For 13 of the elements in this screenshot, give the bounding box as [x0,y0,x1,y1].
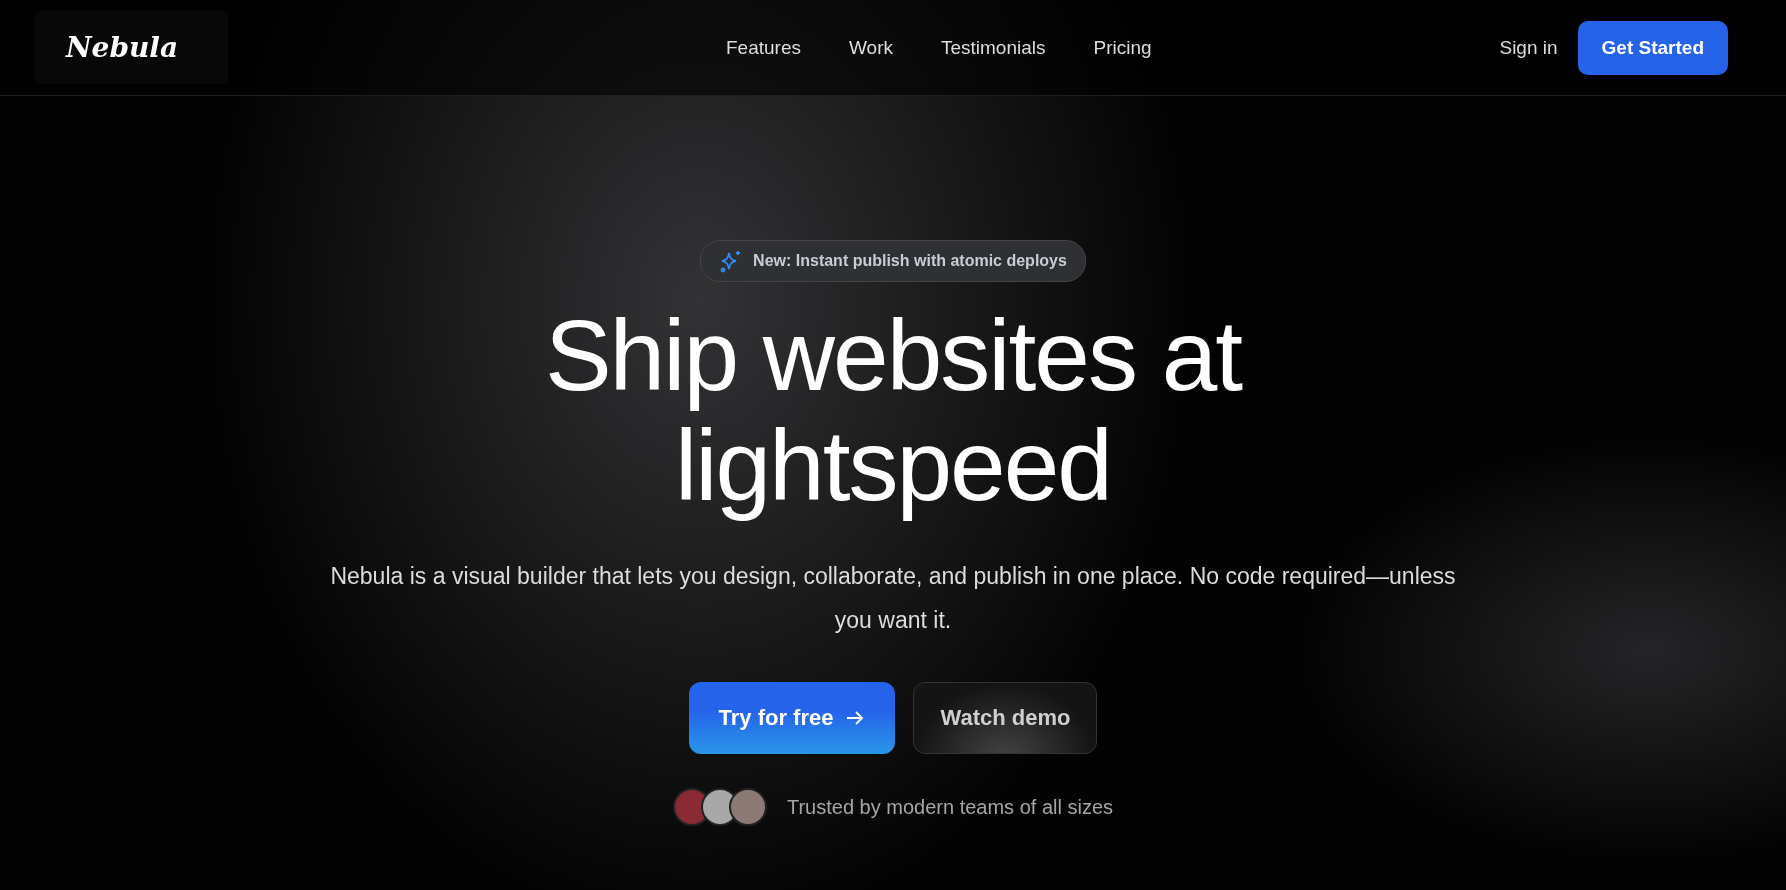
nav-link[interactable]: Work [849,36,893,59]
nav-link[interactable]: Testimonials [940,36,1046,59]
announcement-badge[interactable]: New: Instant publish with atomic deploys [700,240,1086,282]
hero-subtitle: Nebula is a visual builder that lets you design, collaborate, and publish in one place. No code required—unless you want it. [329,562,1457,635]
sign-in-link[interactable]: Sign in [1499,36,1558,59]
trust-text: Trusted by modern teams of all sizes [786,795,1114,819]
nav-link[interactable]: Features [726,36,801,59]
try-free-button[interactable]: Try for free [688,682,896,754]
watch-demo-button[interactable]: Watch demo [913,682,1098,754]
hero-title: Ship websites at lightspeed [544,300,1242,520]
get-started-button[interactable]: Get Started [1577,20,1728,75]
logo[interactable]: Nebula [34,11,229,84]
nav-link[interactable]: Pricing [1093,36,1152,59]
